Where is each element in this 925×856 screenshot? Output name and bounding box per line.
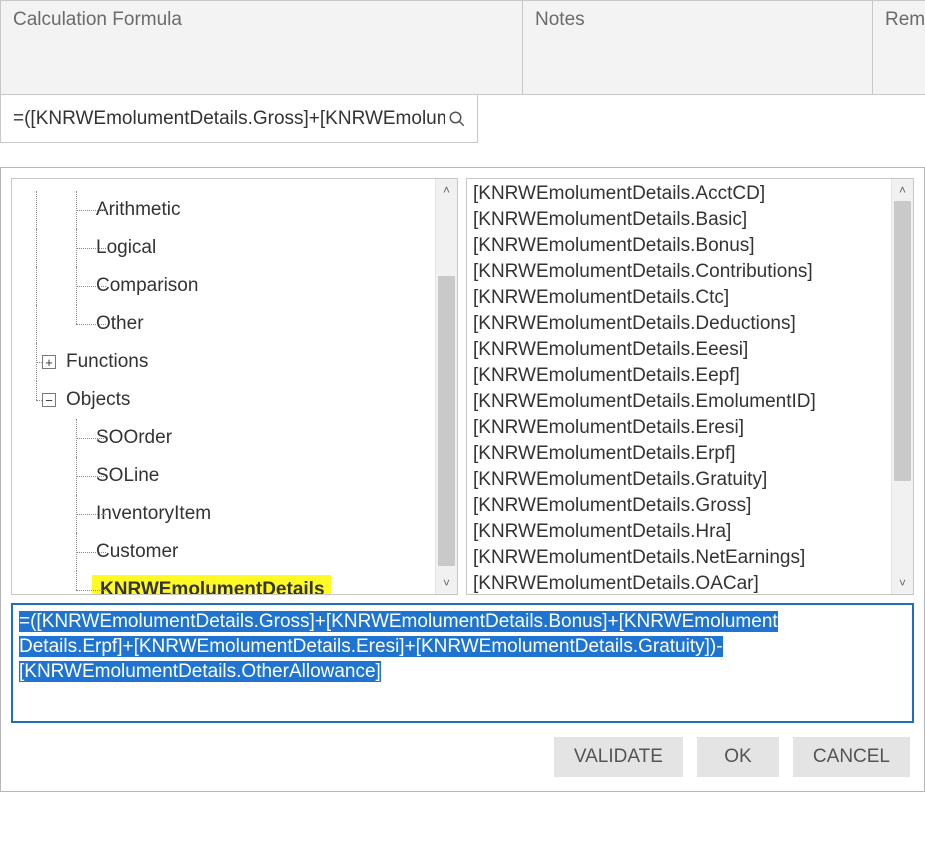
tree-node-knrwemolumentdetails[interactable]: KNRWEmolumentDetails <box>12 571 435 594</box>
tree-label: Comparison <box>92 275 198 297</box>
formula-textarea[interactable]: =([KNRWEmolumentDetails.Gross]+[KNRWEmol… <box>11 603 914 723</box>
scroll-up-icon[interactable]: ˄ <box>892 179 913 201</box>
collapse-icon[interactable]: − <box>42 393 56 407</box>
formula-editor-dialog: Arithmetic Logical Comparison Other <box>0 167 925 792</box>
cancel-button[interactable]: CANCEL <box>793 737 910 777</box>
scroll-down-icon[interactable]: ˅ <box>436 572 457 594</box>
tree-scrollbar[interactable]: ˄ ˅ <box>435 179 457 594</box>
ok-button[interactable]: OK <box>697 737 779 777</box>
tree-node-inventoryitem[interactable]: InventoryItem <box>12 495 435 533</box>
field-item[interactable]: [KNRWEmolumentDetails.EmolumentID] <box>473 389 885 415</box>
field-item[interactable]: [KNRWEmolumentDetails.NetEarnings] <box>473 545 885 571</box>
field-item[interactable]: [KNRWEmolumentDetails.Erpf] <box>473 441 885 467</box>
formula-cell-editor[interactable]: =([KNRWEmolumentDetails.Gross]+[KNRWEmol… <box>0 95 478 143</box>
field-item[interactable]: [KNRWEmolumentDetails.Eresi] <box>473 415 885 441</box>
field-item[interactable]: [KNRWEmolumentDetails.Eepf] <box>473 363 885 389</box>
field-item[interactable]: [KNRWEmolumentDetails.Contributions] <box>473 259 885 285</box>
field-item[interactable]: [KNRWEmolumentDetails.AcctCD] <box>473 181 885 207</box>
tree-label: InventoryItem <box>92 503 211 525</box>
col-header-calculation-formula[interactable]: Calculation Formula <box>1 1 523 94</box>
field-item[interactable]: [KNRWEmolumentDetails.OACar] <box>473 571 885 594</box>
tree-node-soline[interactable]: SOLine <box>12 457 435 495</box>
scroll-down-icon[interactable]: ˅ <box>892 572 913 594</box>
tree-node-other[interactable]: Other <box>12 305 435 343</box>
tree-node-objects[interactable]: − Objects <box>12 381 435 419</box>
formula-cell-text: =([KNRWEmolumentDetails.Gross]+[KNRWEmol… <box>13 108 445 130</box>
field-item[interactable]: [KNRWEmolumentDetails.Basic] <box>473 207 885 233</box>
col-header-rem[interactable]: Rem <box>873 1 925 94</box>
field-item[interactable]: [KNRWEmolumentDetails.Ctc] <box>473 285 885 311</box>
scroll-thumb[interactable] <box>894 201 911 481</box>
tree-body: Arithmetic Logical Comparison Other <box>12 179 435 594</box>
scroll-up-icon[interactable]: ˄ <box>436 179 457 201</box>
tree-node-logical[interactable]: Logical <box>12 229 435 267</box>
tree-node-comparison[interactable]: Comparison <box>12 267 435 305</box>
field-item[interactable]: [KNRWEmolumentDetails.Gratuity] <box>473 467 885 493</box>
tree-panel: Arithmetic Logical Comparison Other <box>11 178 458 595</box>
col-header-notes[interactable]: Notes <box>523 1 873 94</box>
field-item[interactable]: [KNRWEmolumentDetails.Eeesi] <box>473 337 885 363</box>
editor-panels: Arithmetic Logical Comparison Other <box>11 178 914 595</box>
field-item[interactable]: [KNRWEmolumentDetails.Deductions] <box>473 311 885 337</box>
scroll-track[interactable] <box>436 201 457 572</box>
tree-node-functions[interactable]: + Functions <box>12 343 435 381</box>
scroll-track[interactable] <box>892 201 913 572</box>
tree-label: Functions <box>62 351 148 373</box>
expand-icon[interactable]: + <box>42 355 56 369</box>
scroll-thumb[interactable] <box>438 276 455 566</box>
grid-header-row: Calculation Formula Notes Rem <box>0 0 925 95</box>
field-item[interactable]: [KNRWEmolumentDetails.Hra] <box>473 519 885 545</box>
fields-panel: [KNRWEmolumentDetails.AcctCD] [KNRWEmolu… <box>466 178 914 595</box>
search-icon[interactable] <box>445 110 469 128</box>
formula-selected-text: =([KNRWEmolumentDetails.Gross]+[KNRWEmol… <box>19 611 778 682</box>
field-item[interactable]: [KNRWEmolumentDetails.Gross] <box>473 493 885 519</box>
tree-node-soorder[interactable]: SOOrder <box>12 419 435 457</box>
tree-node-customer[interactable]: Customer <box>12 533 435 571</box>
fields-scrollbar[interactable]: ˄ ˅ <box>891 179 913 594</box>
fields-body: [KNRWEmolumentDetails.AcctCD] [KNRWEmolu… <box>467 179 891 594</box>
tree-label: Objects <box>62 389 130 411</box>
tree-label-selected: KNRWEmolumentDetails <box>92 575 331 594</box>
field-item[interactable]: [KNRWEmolumentDetails.Bonus] <box>473 233 885 259</box>
tree-node-arithmetic[interactable]: Arithmetic <box>12 191 435 229</box>
button-row: VALIDATE OK CANCEL <box>11 737 914 777</box>
validate-button[interactable]: VALIDATE <box>554 737 683 777</box>
